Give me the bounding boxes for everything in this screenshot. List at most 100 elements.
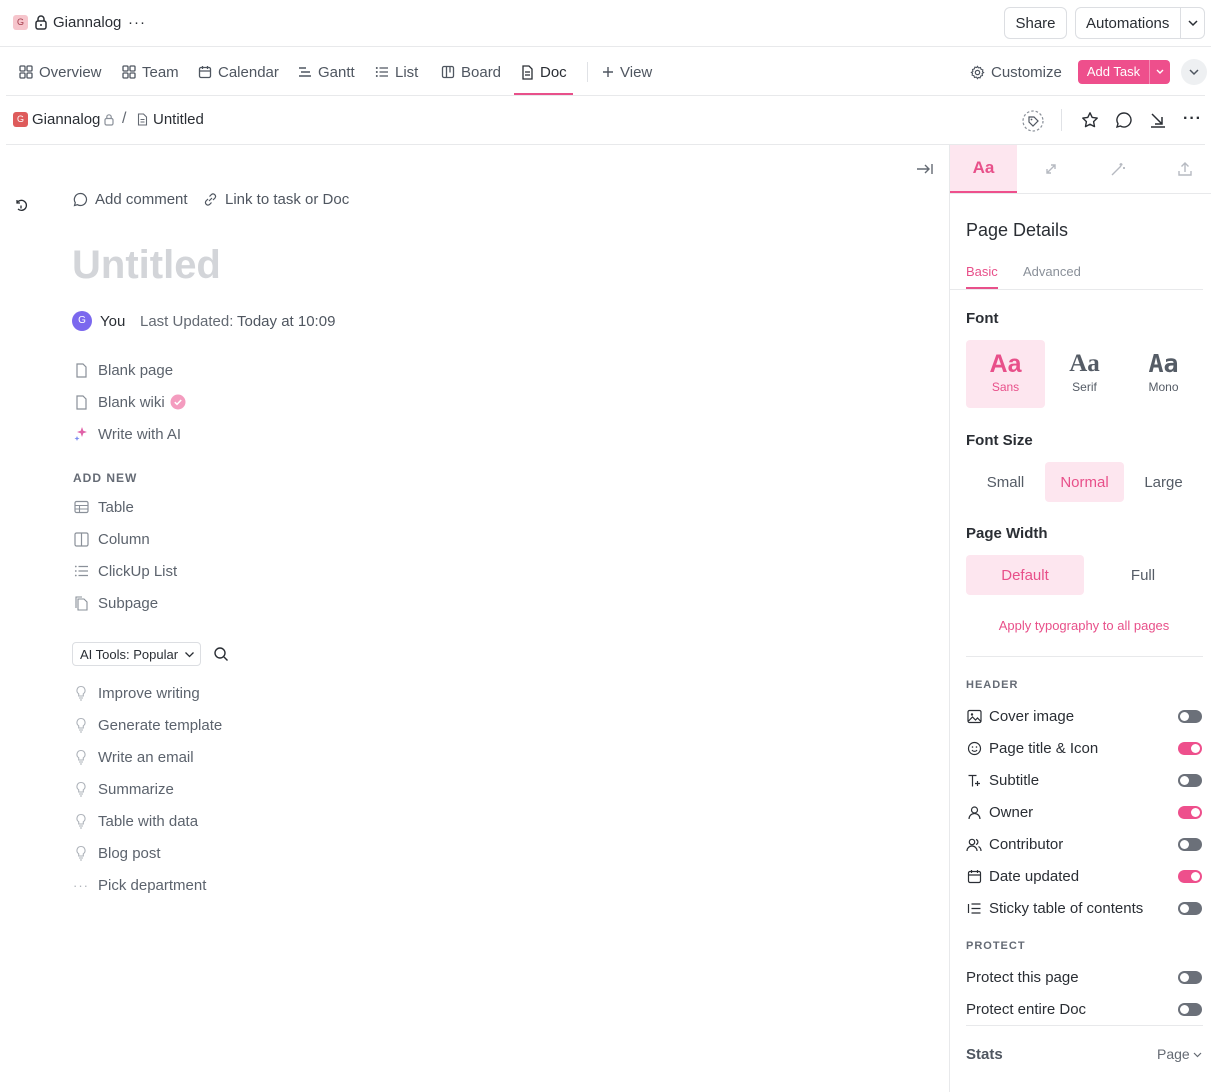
- subtab-advanced[interactable]: Advanced: [1023, 264, 1081, 279]
- tab-relationships[interactable]: [1017, 145, 1084, 193]
- tag-icon[interactable]: [1022, 110, 1044, 132]
- row-label: Protect this page: [966, 968, 1079, 986]
- add-task-button[interactable]: Add Task: [1078, 60, 1170, 84]
- font-option-mono[interactable]: Aa Mono: [1124, 340, 1203, 408]
- more-options-icon[interactable]: ···: [128, 14, 146, 31]
- tab-gantt[interactable]: Gantt: [298, 48, 355, 96]
- collapse-toolbar-button[interactable]: [1181, 59, 1207, 85]
- font-size-normal[interactable]: Normal: [1045, 462, 1124, 502]
- blank-wiki-option[interactable]: Blank wiki: [73, 391, 186, 413]
- chevron-down-icon[interactable]: [1187, 18, 1199, 28]
- header-row-subtitle[interactable]: Subtitle: [966, 769, 1202, 791]
- link-task-button[interactable]: Link to task or Doc: [203, 191, 349, 208]
- tab-label: Calendar: [218, 63, 279, 81]
- font-option-sans[interactable]: Aa Sans: [966, 340, 1045, 408]
- header-row-contributor[interactable]: Contributor: [966, 833, 1202, 855]
- toggle-switch[interactable]: [1178, 710, 1202, 723]
- header-row-page-title-icon[interactable]: Page title & Icon: [966, 737, 1202, 759]
- history-icon[interactable]: [14, 198, 28, 213]
- ai-tool-item[interactable]: ··· Pick department: [73, 874, 206, 896]
- add-subpage-option[interactable]: Subpage: [73, 592, 158, 614]
- header-row-date-updated[interactable]: Date updated: [966, 865, 1202, 887]
- collapse-panel-icon[interactable]: [915, 162, 935, 176]
- chevron-down-icon[interactable]: [1150, 60, 1170, 84]
- ai-tool-item[interactable]: Summarize: [73, 778, 174, 800]
- write-with-ai-option[interactable]: Write with AI: [73, 423, 181, 445]
- divider: [1180, 8, 1181, 38]
- link-label: Link to task or Doc: [225, 191, 350, 208]
- more-options-icon[interactable]: ···: [1183, 110, 1202, 128]
- page-width-default[interactable]: Default: [966, 555, 1084, 595]
- apply-typography-link[interactable]: Apply typography to all pages: [966, 618, 1202, 633]
- calendar-icon: [198, 65, 212, 79]
- font-size-large[interactable]: Large: [1124, 462, 1203, 502]
- ai-tool-label: Improve writing: [98, 684, 200, 702]
- add-comment-button[interactable]: Add comment: [73, 191, 188, 208]
- add-task-label: Add Task: [1086, 64, 1141, 79]
- tab-export[interactable]: [1151, 145, 1211, 193]
- ai-tools-select[interactable]: AI Tools: Popular: [72, 642, 201, 666]
- blank-page-option[interactable]: Blank page: [73, 359, 173, 381]
- row-label: Sticky table of contents: [989, 899, 1144, 917]
- ai-tool-item[interactable]: Generate template: [73, 714, 222, 736]
- ai-tool-item[interactable]: Write an email: [73, 746, 194, 768]
- add-view-button[interactable]: View: [602, 48, 652, 96]
- breadcrumb-doc[interactable]: Untitled: [153, 111, 204, 128]
- lock-icon: [34, 14, 48, 30]
- comment-icon[interactable]: [1115, 111, 1133, 129]
- page-width-full[interactable]: Full: [1084, 555, 1202, 595]
- tab-team[interactable]: Team: [122, 48, 179, 96]
- font-sample: Aa: [989, 350, 1022, 378]
- add-table-option[interactable]: Table: [73, 496, 134, 518]
- protect-row-page[interactable]: Protect this page: [966, 966, 1202, 988]
- tab-board[interactable]: Board: [441, 48, 501, 96]
- tab-calendar[interactable]: Calendar: [198, 48, 279, 96]
- ai-tool-item[interactable]: Table with data: [73, 810, 198, 832]
- share-button[interactable]: Share: [1004, 7, 1067, 39]
- tab-overview[interactable]: Overview: [19, 48, 102, 96]
- tab-list[interactable]: List: [375, 48, 418, 96]
- page-icon: [73, 394, 89, 410]
- ai-tool-label: Blog post: [98, 844, 161, 862]
- toggle-switch[interactable]: [1178, 742, 1202, 755]
- collapse-arrow-icon[interactable]: [1149, 111, 1167, 129]
- workspace-avatar[interactable]: G: [13, 15, 28, 30]
- customize-button[interactable]: Customize: [970, 48, 1062, 96]
- tab-typography[interactable]: Aa: [950, 145, 1017, 193]
- stats-scope-select[interactable]: Page: [1157, 1046, 1202, 1062]
- ai-tool-label: Table with data: [98, 812, 199, 830]
- subtab-basic[interactable]: Basic: [966, 264, 998, 279]
- font-size-small[interactable]: Small: [966, 462, 1045, 502]
- toggle-switch[interactable]: [1178, 774, 1202, 787]
- search-icon[interactable]: [213, 646, 229, 662]
- toggle-switch[interactable]: [1178, 1003, 1202, 1016]
- add-clickup-list-option[interactable]: ClickUp List: [73, 560, 177, 582]
- toggle-switch[interactable]: [1178, 870, 1202, 883]
- breadcrumb-workspace[interactable]: Giannalog: [32, 111, 100, 128]
- workspace-name[interactable]: Giannalog: [53, 14, 121, 31]
- lightbulb-icon: [73, 685, 89, 701]
- header-row-cover-image[interactable]: Cover image: [966, 705, 1202, 727]
- header-row-owner[interactable]: Owner: [966, 801, 1202, 823]
- tab-doc[interactable]: Doc: [521, 48, 567, 96]
- ai-tool-item[interactable]: Improve writing: [73, 682, 200, 704]
- divider: [1061, 109, 1062, 131]
- automations-button[interactable]: Automations: [1075, 7, 1205, 39]
- toggle-switch[interactable]: [1178, 971, 1202, 984]
- font-heading: Font: [966, 310, 999, 327]
- tab-label: Doc: [540, 63, 567, 81]
- ai-tool-item[interactable]: Blog post: [73, 842, 161, 864]
- protect-row-doc[interactable]: Protect entire Doc: [966, 998, 1202, 1020]
- avatar[interactable]: G: [72, 311, 92, 331]
- doc-title-input[interactable]: Untitled: [72, 243, 221, 288]
- add-column-option[interactable]: Column: [73, 528, 150, 550]
- star-icon[interactable]: [1081, 111, 1099, 129]
- toggle-switch[interactable]: [1178, 902, 1202, 915]
- tab-ai[interactable]: [1084, 145, 1151, 193]
- toggle-switch[interactable]: [1178, 838, 1202, 851]
- header-row-sticky-toc[interactable]: Sticky table of contents: [966, 897, 1202, 919]
- toggle-switch[interactable]: [1178, 806, 1202, 819]
- image-icon: [966, 708, 982, 724]
- font-option-serif[interactable]: Aa Serif: [1045, 340, 1124, 408]
- option-label: Column: [98, 530, 150, 548]
